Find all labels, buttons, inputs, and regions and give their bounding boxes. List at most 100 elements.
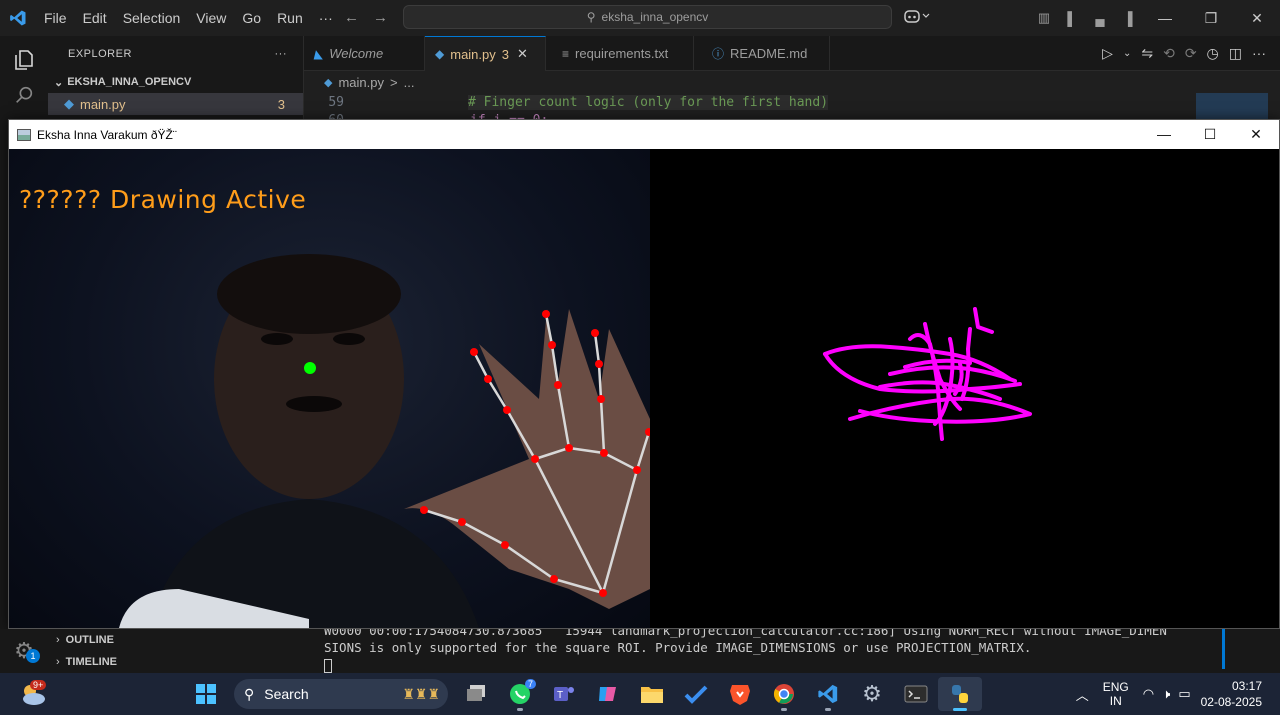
- search-icon[interactable]: [0, 84, 48, 124]
- drawing-status-overlay: ?????? Drawing Active: [19, 185, 307, 214]
- whatsapp-badge: 7: [524, 679, 536, 689]
- maximize-button[interactable]: ☐: [1187, 126, 1233, 143]
- restore-window-icon[interactable]: ❐: [1188, 10, 1234, 27]
- menu-run[interactable]: Run: [269, 10, 311, 26]
- tab-readme-md[interactable]: ⓘ README.md: [694, 36, 830, 71]
- close-button[interactable]: ✕: [1233, 126, 1279, 143]
- svg-text:T: T: [557, 690, 563, 701]
- nose-landmark: [304, 362, 316, 374]
- language-indicator[interactable]: ENG IN: [1103, 680, 1129, 708]
- battery-icon[interactable]: ▭: [1178, 686, 1190, 702]
- problems-badge: 3: [277, 96, 285, 112]
- file-explorer-icon[interactable]: [630, 677, 674, 711]
- command-center[interactable]: ⚲ eksha_inna_opencv: [403, 5, 892, 29]
- terminal-scrollbar[interactable]: [1222, 629, 1225, 669]
- code-editor[interactable]: 59 # Finger count logic (only for the fi…: [304, 93, 1280, 128]
- chevron-right-icon: ›: [56, 656, 60, 668]
- chevron-up-icon[interactable]: ︿: [1076, 685, 1089, 704]
- minimap[interactable]: [1196, 93, 1268, 120]
- wifi-icon[interactable]: ◠: [1143, 686, 1154, 702]
- outline-section[interactable]: › OUTLINE: [48, 629, 304, 651]
- menu-file[interactable]: File: [36, 10, 75, 26]
- opencv-title-bar[interactable]: Eksha Inna Varakum ðŸŽ¨ — ☐ ✕: [9, 120, 1279, 149]
- tab-label: README.md: [730, 46, 808, 61]
- tab-problem-count: 3: [501, 46, 509, 62]
- customize-layout-icon[interactable]: ▥: [1030, 10, 1058, 26]
- clock[interactable]: 03:17 02-08-2025: [1201, 678, 1262, 710]
- terminal-app-icon[interactable]: [894, 677, 938, 711]
- chrome-icon[interactable]: [762, 677, 806, 711]
- python-app-icon[interactable]: [938, 677, 982, 711]
- breadcrumb-symbol[interactable]: ...: [404, 75, 415, 90]
- compare-changes-icon[interactable]: ⇋: [1141, 45, 1153, 62]
- more-actions-icon[interactable]: ···: [1252, 45, 1266, 61]
- explorer-more-button[interactable]: ···: [275, 48, 288, 60]
- close-window-icon[interactable]: ✕: [1234, 10, 1280, 27]
- vscode-taskbar-icon[interactable]: [806, 677, 850, 711]
- menu-edit[interactable]: Edit: [75, 10, 115, 26]
- tab-label: requirements.txt: [575, 46, 669, 61]
- language-region: IN: [1109, 694, 1122, 708]
- chevron-down-icon[interactable]: ⌄: [1123, 48, 1131, 59]
- explorer-files-icon[interactable]: [0, 36, 48, 84]
- terminal-cursor: [324, 658, 332, 673]
- copilot-app-icon[interactable]: [586, 677, 630, 711]
- running-indicator: [781, 708, 787, 711]
- settings-gear-icon[interactable]: ⚙: [850, 677, 894, 711]
- menu-selection[interactable]: Selection: [115, 10, 189, 26]
- webcam-feed: ?????? Drawing Active: [9, 149, 650, 628]
- terminal-panel[interactable]: W0000 00:00:1754084730.873685 15944 land…: [304, 629, 1280, 673]
- language-code: ENG: [1102, 680, 1129, 694]
- minimize-window-icon[interactable]: —: [1142, 10, 1188, 26]
- chevron-right-icon: ›: [56, 634, 60, 646]
- task-view-icon[interactable]: [454, 677, 498, 711]
- sidebar-bottom-sections: › OUTLINE › TIMELINE: [48, 629, 304, 673]
- system-tray: ︿ ENG IN ◠ 🕨 ▭ 03:17 02-08-2025: [1076, 673, 1280, 715]
- tab-requirements-txt[interactable]: ≡ requirements.txt: [546, 36, 694, 71]
- toggle-secondary-sidebar-icon[interactable]: ▐: [1114, 11, 1142, 26]
- breadcrumb: ◆ main.py > ...: [304, 71, 1280, 93]
- timeline-icon[interactable]: ◷: [1207, 45, 1219, 62]
- run-python-file-icon[interactable]: ▷: [1102, 45, 1113, 62]
- editor-tabs: ◣ Welcome ◆ main.py 3 ✕ ≡ requirements.t…: [304, 36, 1280, 71]
- taskbar-search[interactable]: ⚲ Search ♜♜♜: [234, 679, 448, 709]
- opencv-window-title: Eksha Inna Varakum ðŸŽ¨: [37, 127, 177, 142]
- speaker-muted-icon[interactable]: 🕨: [1162, 686, 1170, 702]
- opencv-window: Eksha Inna Varakum ðŸŽ¨ — ☐ ✕ ?????? Dra…: [8, 119, 1280, 629]
- tab-label: main.py: [450, 46, 496, 62]
- file-item-main-py[interactable]: ◆ main.py 3: [48, 93, 303, 115]
- command-center-label: eksha_inna_opencv: [601, 10, 709, 24]
- brave-browser-icon[interactable]: [718, 677, 762, 711]
- git-forward-icon[interactable]: ⟳: [1185, 45, 1197, 62]
- workspace-folder[interactable]: ⌄ EKSHA_INNA_OPENCV: [48, 71, 303, 93]
- breadcrumb-separator: >: [390, 74, 398, 90]
- split-editor-icon[interactable]: ◫: [1229, 45, 1242, 62]
- outline-label: OUTLINE: [65, 634, 114, 646]
- close-tab-icon[interactable]: ✕: [517, 46, 528, 62]
- tab-label: Welcome: [329, 46, 384, 61]
- toggle-panel-icon[interactable]: ▄: [1086, 11, 1114, 26]
- windows-taskbar: 9+ ⚲ Search ♜♜♜ 7 T ⚙ ︿ ENG IN ◠ 🕨 ▭ 03:…: [0, 673, 1280, 715]
- title-bar: File Edit Selection View Go Run ··· ← → …: [0, 0, 1280, 36]
- clock-time: 03:17: [1231, 679, 1262, 693]
- info-icon: ⓘ: [712, 47, 725, 61]
- teams-icon[interactable]: T: [542, 677, 586, 711]
- whatsapp-icon[interactable]: 7: [498, 677, 542, 711]
- menu-view[interactable]: View: [188, 10, 234, 26]
- tab-main-py[interactable]: ◆ main.py 3 ✕: [425, 36, 546, 71]
- toggle-sidebar-icon[interactable]: ▌: [1058, 11, 1086, 26]
- python-icon: ◆: [324, 76, 333, 89]
- tab-welcome[interactable]: ◣ Welcome: [304, 36, 425, 71]
- copilot-icon[interactable]: [904, 8, 930, 27]
- menu-go[interactable]: Go: [234, 10, 269, 26]
- start-windows-icon[interactable]: [184, 677, 228, 711]
- open-changes-icon[interactable]: ⟲: [1163, 45, 1175, 62]
- menu-more[interactable]: ···: [311, 10, 341, 26]
- minimize-button[interactable]: —: [1141, 126, 1187, 143]
- back-arrow-icon[interactable]: ←: [344, 9, 359, 26]
- search-icon: ⚲: [244, 685, 255, 702]
- todo-check-icon[interactable]: [674, 677, 718, 711]
- breadcrumb-file[interactable]: main.py: [338, 75, 384, 90]
- timeline-section[interactable]: › TIMELINE: [48, 651, 304, 673]
- forward-arrow-icon[interactable]: →: [373, 9, 388, 26]
